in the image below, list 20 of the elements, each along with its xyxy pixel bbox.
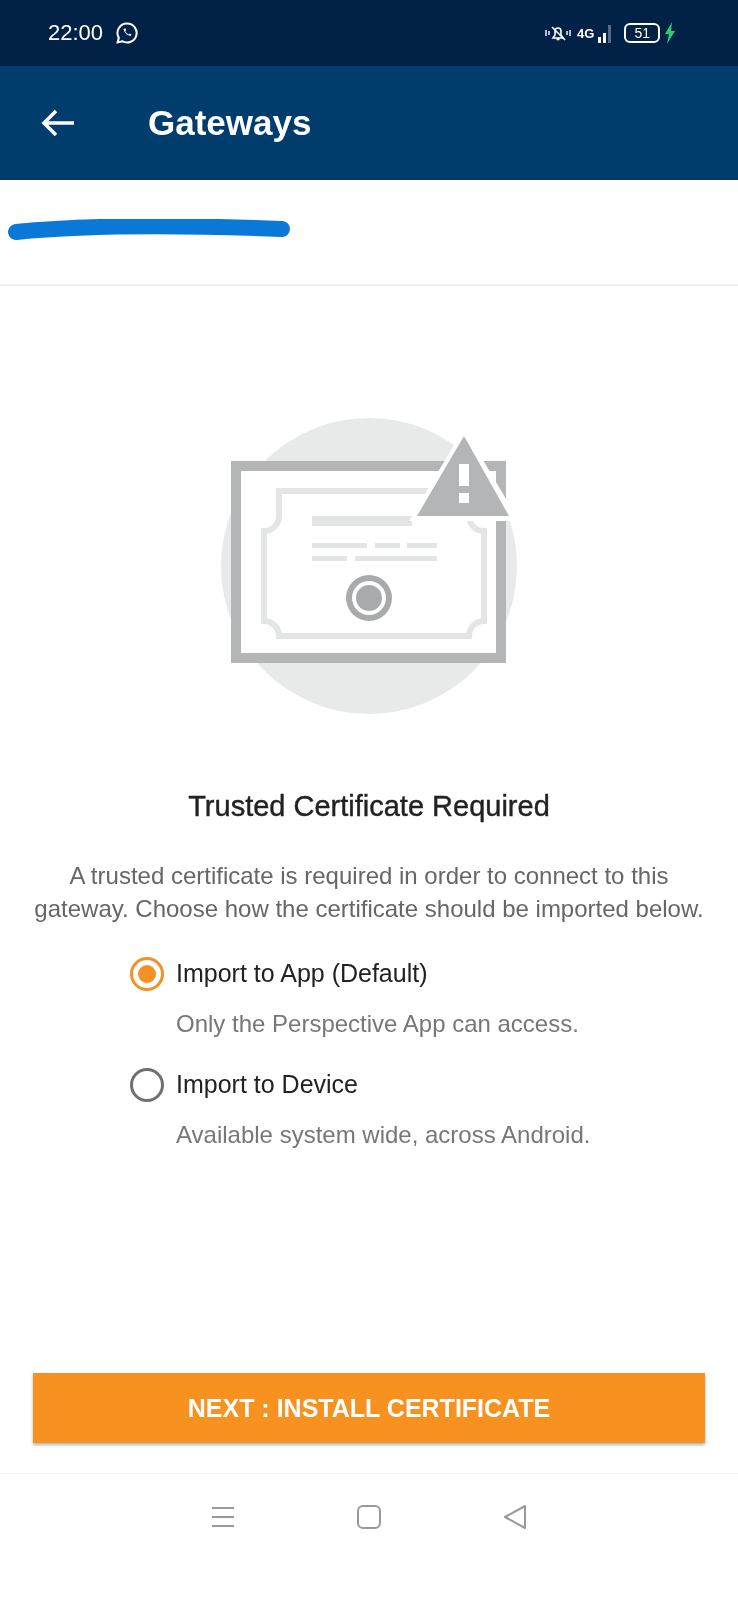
screen-title: Gateways	[148, 103, 312, 143]
home-square-icon[interactable]	[356, 1504, 382, 1530]
option-hint: Available system wide, across Android.	[176, 1121, 591, 1149]
clock: 22:00	[48, 20, 104, 46]
back-triangle-icon[interactable]	[502, 1504, 528, 1530]
option-label[interactable]: Import to Device	[176, 1070, 591, 1099]
signal-icon	[598, 23, 613, 43]
back-arrow-icon[interactable]	[40, 108, 76, 138]
option-hint: Only the Perspective App can access.	[176, 1010, 579, 1038]
radio-button[interactable]	[130, 957, 164, 991]
muted-bell-icon	[543, 23, 574, 43]
radio-button[interactable]	[130, 1068, 164, 1102]
heading: Trusted Certificate Required	[188, 790, 550, 823]
description: A trusted certificate is required in order to connect to this gateway. Choose how the certificate should be imported below.	[33, 861, 705, 924]
option-label[interactable]: Import to App (Default)	[176, 959, 579, 988]
network-type: 4G	[577, 25, 595, 41]
menu-icon[interactable]	[210, 1504, 236, 1530]
charging-bolt-icon	[664, 22, 676, 44]
battery-level: 51	[624, 23, 660, 43]
chat-bubble-icon	[115, 21, 140, 45]
